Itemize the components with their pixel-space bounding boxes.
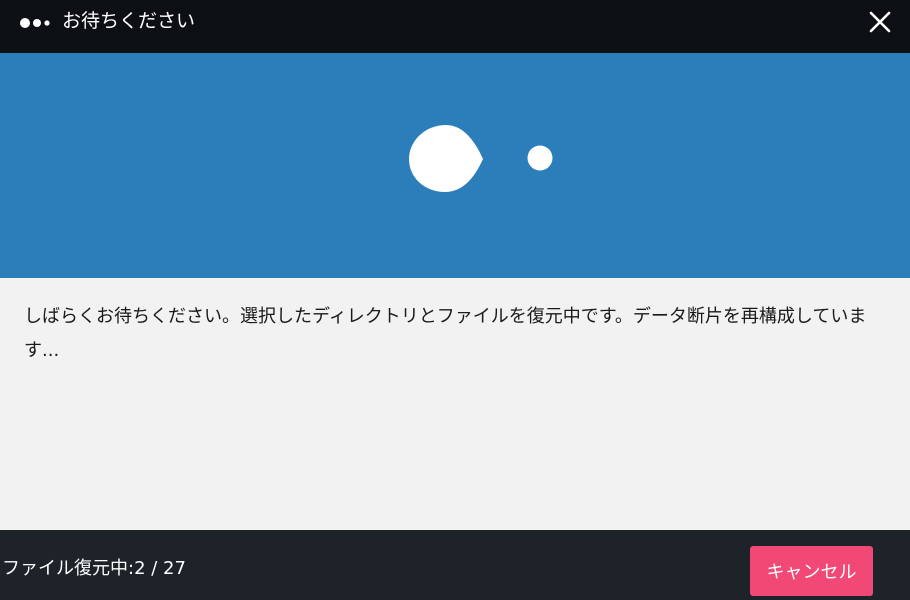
- banner: [0, 53, 910, 278]
- footer: ファイル復元中:2 / 27 キャンセル: [0, 530, 910, 600]
- cancel-button[interactable]: キャンセル: [750, 546, 873, 596]
- loading-animation-icon: [409, 125, 553, 192]
- progress-status: ファイル復元中:2 / 27: [2, 558, 186, 579]
- message-area: しばらくお待ちください。選択したディレクトリとファイルを復元中です。データ断片を…: [0, 278, 910, 530]
- close-button[interactable]: [864, 6, 896, 38]
- progress-dialog: お待ちください しばらくお待ちください。選択したディレクトリとファイルを復元中で…: [0, 0, 910, 600]
- dialog-title: お待ちください: [62, 10, 196, 32]
- loading-dots-icon: [19, 15, 57, 29]
- status-message: しばらくお待ちください。選択したディレクトリとファイルを復元中です。データ断片を…: [24, 306, 867, 361]
- close-icon: [869, 11, 891, 33]
- title-bar: お待ちください: [0, 0, 910, 53]
